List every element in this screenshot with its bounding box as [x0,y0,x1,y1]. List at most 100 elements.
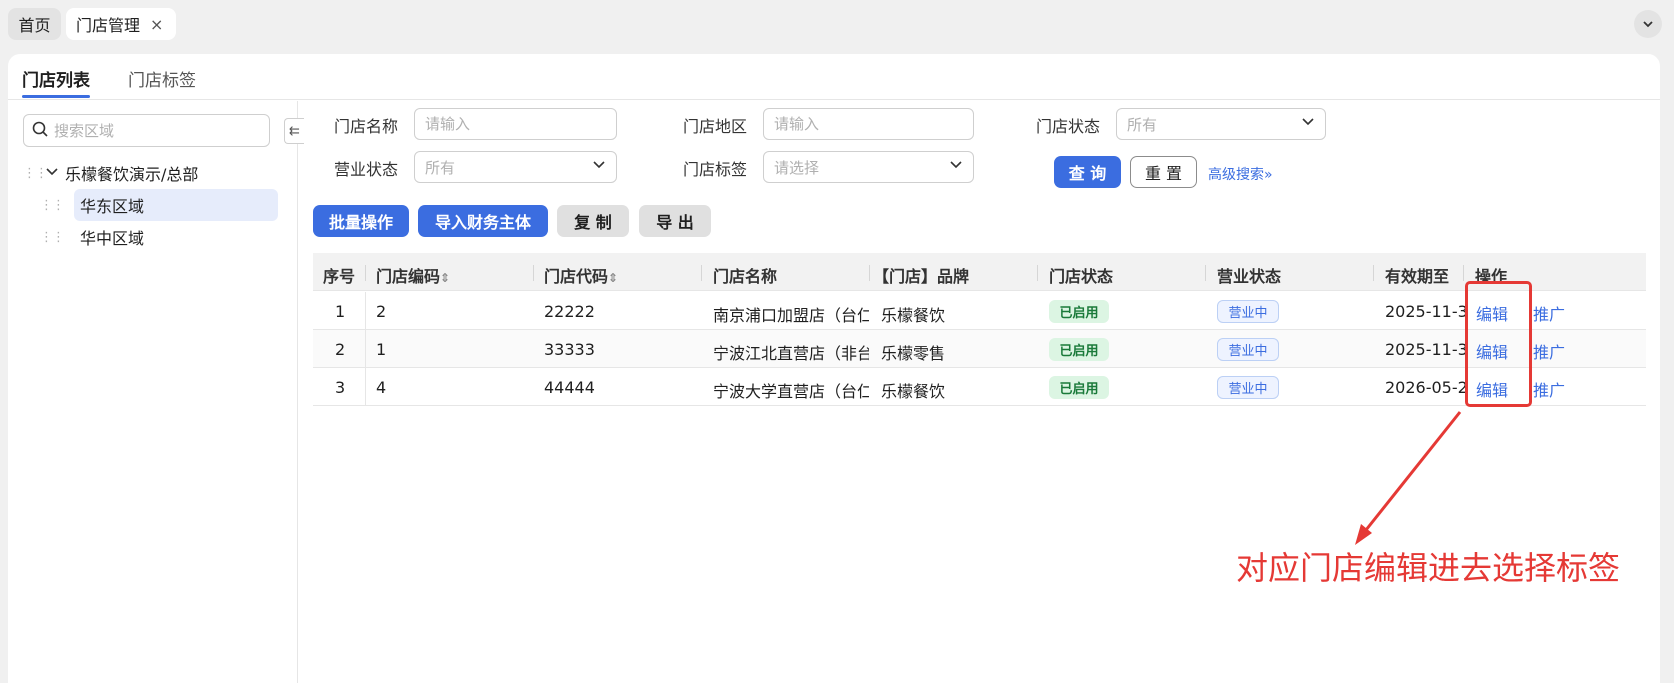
top-tab-bar: 首页 门店管理 × [0,0,1674,50]
tab-store-list[interactable]: 门店列表 [22,66,90,91]
tab-home[interactable]: 首页 [8,8,61,40]
store-status-value: 所有 [1127,115,1158,134]
promote-link[interactable]: 推广 [1533,301,1565,325]
region-sidebar: ⇇ ⋮⋮ 乐檬餐饮演示/总部 ⋮⋮ 华东区域 ⋮⋮ 华中区域 [8,101,304,683]
tab-store-management-label: 门店管理 [76,16,141,35]
tab-store-management[interactable]: 门店管理 × [66,8,176,40]
cell-store-name: 宁波大学直营店（台仁 [713,382,869,401]
store-region-field[interactable] [763,108,974,140]
import-finance-entity-button[interactable]: 导入财务主体 [418,205,548,237]
search-icon [32,121,48,141]
cell-brand: 乐檬餐饮 [881,382,946,401]
export-button[interactable]: 导 出 [639,205,711,237]
column-divider [365,368,366,406]
column-divider [1205,265,1206,281]
store-name-input[interactable] [425,115,585,133]
tab-home-label: 首页 [18,16,51,35]
store-status-label: 门店状态 [1035,117,1100,136]
cell-expiry: 2025-11-30 [1385,302,1467,321]
advanced-search-link[interactable]: 高级搜索» [1208,164,1273,184]
table-row: 2 1 33333 宁波江北直营店（非台 乐檬零售 已启用 营业中 2025-1… [313,330,1646,368]
status-badge: 已启用 [1049,338,1109,361]
col-store-number[interactable]: 门店代码⇕ [544,263,618,287]
col-store-status: 门店状态 [1049,267,1114,286]
tree-node-central-china[interactable]: ⋮⋮ 华中区域 [40,221,292,253]
cell-index: 2 [335,340,346,359]
status-badge: 已启用 [1049,300,1109,323]
col-store-name: 门店名称 [713,267,778,286]
store-region-input[interactable] [774,115,934,133]
sort-icon[interactable]: ⇕ [440,271,450,285]
column-divider [1463,265,1464,281]
drag-handle-icon[interactable]: ⋮⋮ [40,198,65,213]
region-search-box[interactable] [23,114,270,147]
chevron-down-icon[interactable] [45,164,59,183]
drag-handle-icon[interactable]: ⋮⋮ [40,230,65,245]
col-brand: 【门店】品牌 [873,267,970,286]
chevron-down-icon [949,158,963,176]
reset-button[interactable]: 重 置 [1130,156,1197,188]
business-badge: 营业中 [1217,376,1279,399]
store-status-select[interactable]: 所有 [1116,108,1326,140]
chevron-down-icon[interactable] [1634,10,1662,38]
table-row: 1 2 22222 南京浦口加盟店（台仁 乐檬餐饮 已启用 营业中 2025-1… [313,292,1646,330]
col-index: 序号 [323,267,356,286]
table-row: 3 4 44444 宁波大学直营店（台仁 乐檬餐饮 已启用 营业中 2026-0… [313,368,1646,406]
close-icon[interactable]: × [150,15,163,34]
business-badge: 营业中 [1217,338,1279,361]
copy-button[interactable]: 复 制 [557,205,629,237]
column-divider [1037,265,1038,281]
col-store-code-label: 门店编码 [376,267,441,286]
sidebar-fold-icon[interactable]: ⇇ [284,118,304,144]
column-divider [869,265,870,281]
query-button[interactable]: 查 询 [1054,156,1121,188]
store-name-field[interactable] [414,108,617,140]
column-divider [365,292,366,330]
cell-store-code: 2 [376,302,387,321]
table-header: 序号 门店编码⇕ 门店代码⇕ 门店名称 【门店】品牌 门店状态 营业状态 有效期… [313,253,1646,291]
store-region-label: 门店地区 [682,117,747,136]
col-store-code[interactable]: 门店编码⇕ [376,263,450,287]
status-badge: 已启用 [1049,376,1109,399]
sort-icon[interactable]: ⇕ [608,271,618,285]
store-name-label: 门店名称 [333,117,398,136]
cell-expiry: 2025-11-30 [1385,340,1467,359]
cell-store-code: 1 [376,340,387,359]
column-divider [701,265,702,281]
annotation-text: 对应门店编辑进去选择标签 [1236,549,1621,587]
col-business-status: 营业状态 [1217,267,1282,286]
col-store-number-label: 门店代码 [544,267,609,286]
column-divider [1373,265,1374,281]
cell-store-code: 4 [376,378,387,397]
business-status-label: 营业状态 [333,160,398,179]
annotation-highlight-box [1465,281,1532,407]
promote-link[interactable]: 推广 [1533,339,1565,363]
store-tag-select[interactable]: 请选择 [763,151,974,183]
cell-store-name: 南京浦口加盟店（台仁 [713,306,869,325]
cell-store-name: 宁波江北直营店（非台 [713,344,869,363]
business-status-select[interactable]: 所有 [414,151,617,183]
chevron-down-icon [592,158,606,176]
active-tab-indicator [22,95,90,98]
tree-node-central-china-label: 华中区域 [80,229,145,248]
cell-brand: 乐檬零售 [881,344,946,363]
store-tag-label: 门店标签 [682,160,747,179]
drag-handle-icon[interactable]: ⋮⋮ [23,166,48,181]
tree-node-root-label: 乐檬餐饮演示/总部 [65,165,199,184]
promote-link[interactable]: 推广 [1533,377,1565,401]
tree-node-east-china[interactable]: ⋮⋮ 华东区域 [40,189,292,221]
batch-operation-button[interactable]: 批量操作 [313,205,409,237]
chevron-down-icon [1301,115,1315,133]
column-divider [365,330,366,368]
cell-brand: 乐檬餐饮 [881,306,946,325]
tree-node-root[interactable]: ⋮⋮ 乐檬餐饮演示/总部 [23,157,283,189]
cell-store-number: 33333 [544,340,595,359]
sub-tabs: 门店列表 门店标签 [8,54,1660,100]
region-search-input[interactable] [54,121,254,140]
column-divider [365,265,366,281]
tab-store-tags[interactable]: 门店标签 [128,66,196,91]
col-expiry: 有效期至 [1385,267,1450,286]
store-tag-placeholder: 请选择 [774,158,820,177]
cell-index: 3 [335,378,346,397]
business-badge: 营业中 [1217,300,1279,323]
